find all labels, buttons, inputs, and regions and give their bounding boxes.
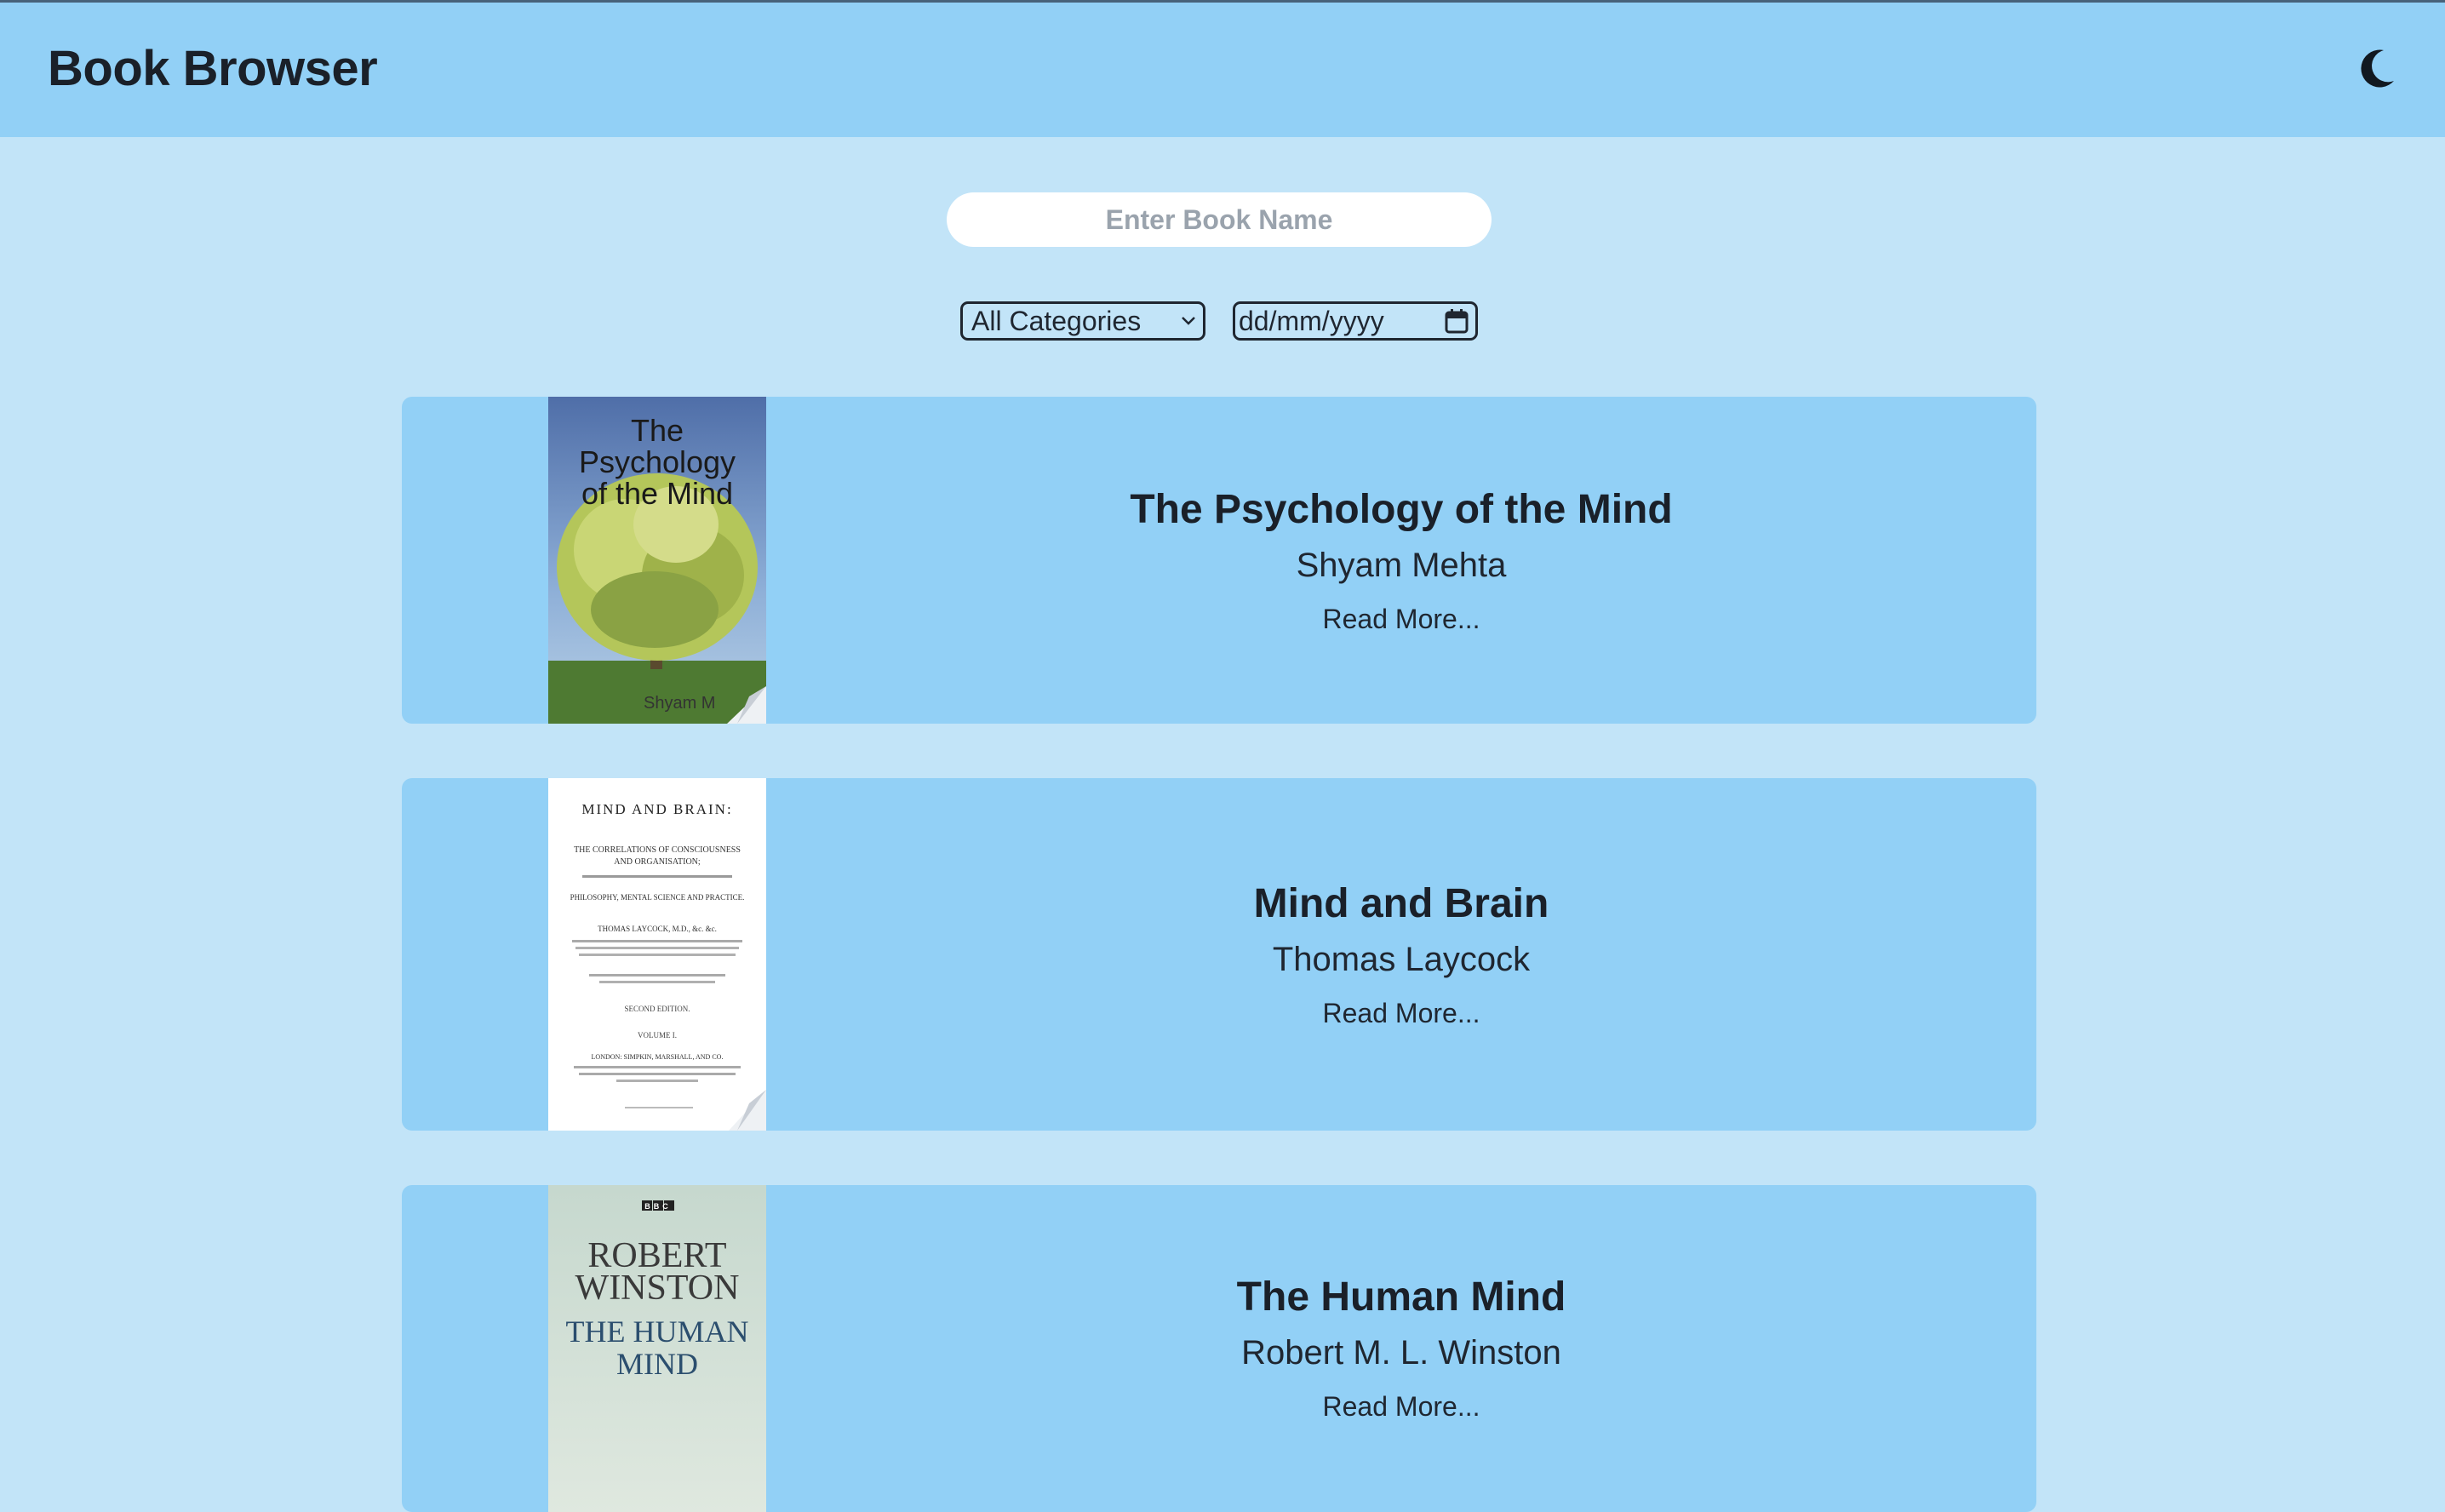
app-title: Book Browser xyxy=(48,41,378,96)
date-input-placeholder: dd/mm/yyyy xyxy=(1239,305,1384,336)
book-author: Robert M. L. Winston xyxy=(1241,1334,1561,1372)
bbc-logo: BBC xyxy=(644,1202,672,1211)
book-author: Thomas Laycock xyxy=(1272,940,1531,978)
book-info: Mind and Brain Thomas Laycock Read More.… xyxy=(766,778,2036,1131)
cover-text-line: WINSTON xyxy=(575,1269,740,1308)
book-title: The Human Mind xyxy=(1236,1274,1566,1320)
cover-text-line: PHILOSOPHY, MENTAL SCIENCE AND PRACTICE. xyxy=(570,893,745,902)
cover-text-line: LONDON: SIMPKIN, MARSHALL, AND CO. xyxy=(592,1053,724,1061)
search-input[interactable] xyxy=(947,192,1492,247)
cover-text-line: THE HUMAN xyxy=(566,1314,749,1349)
cover-text-line: AND ORGANISATION; xyxy=(614,857,701,867)
cover-text-line: of the Mind xyxy=(581,476,733,511)
book-author: Shyam Mehta xyxy=(1296,546,1507,584)
read-more-link[interactable]: Read More... xyxy=(1323,1391,1480,1423)
cover-text-line: SECOND EDITION. xyxy=(625,1005,690,1013)
book-title: The Psychology of the Mind xyxy=(1130,486,1673,532)
book-card[interactable]: MIND AND BRAIN: THE CORRELATIONS OF CONS… xyxy=(402,778,2036,1131)
cover-text-line: THE CORRELATIONS OF CONSCIOUSNESS xyxy=(574,845,741,855)
category-select-value: All Categories xyxy=(971,305,1142,336)
book-cover-image: BBC ROBERT WINSTON THE HUMAN MIND xyxy=(548,1185,766,1512)
category-select[interactable]: All Categories xyxy=(960,301,1205,341)
book-info: The Psychology of the Mind Shyam Mehta R… xyxy=(766,397,2036,724)
read-more-link[interactable]: Read More... xyxy=(1323,998,1480,1029)
chevron-down-icon xyxy=(1182,317,1195,325)
cover-author-text: Shyam M xyxy=(644,694,715,713)
read-more-link[interactable]: Read More... xyxy=(1323,604,1480,635)
book-cover-image: MIND AND BRAIN: THE CORRELATIONS OF CONS… xyxy=(548,778,766,1131)
cover-text-line: THOMAS LAYCOCK, M.D., &c. &c. xyxy=(598,925,717,933)
book-title: Mind and Brain xyxy=(1253,880,1549,926)
book-card[interactable]: The Psychology of the Mind Shyam M The P… xyxy=(402,397,2036,724)
cover-text-line: VOLUME I. xyxy=(638,1031,677,1040)
book-info: The Human Mind Robert M. L. Winston Read… xyxy=(766,1185,2036,1512)
cover-text-line: Psychology xyxy=(579,444,736,479)
moon-icon xyxy=(2361,49,2394,88)
theme-toggle-button[interactable] xyxy=(2353,45,2401,93)
cover-text-line: MIND xyxy=(616,1347,698,1381)
calendar-icon[interactable] xyxy=(1445,308,1469,334)
book-cover-image: The Psychology of the Mind Shyam M xyxy=(548,397,766,724)
cover-text-line: The xyxy=(631,413,684,448)
cover-text-line: MIND AND BRAIN: xyxy=(581,801,732,817)
date-input[interactable]: dd/mm/yyyy xyxy=(1233,301,1478,341)
app-header: Book Browser xyxy=(0,3,2445,137)
book-card[interactable]: BBC ROBERT WINSTON THE HUMAN MIND The Hu… xyxy=(402,1185,2036,1512)
